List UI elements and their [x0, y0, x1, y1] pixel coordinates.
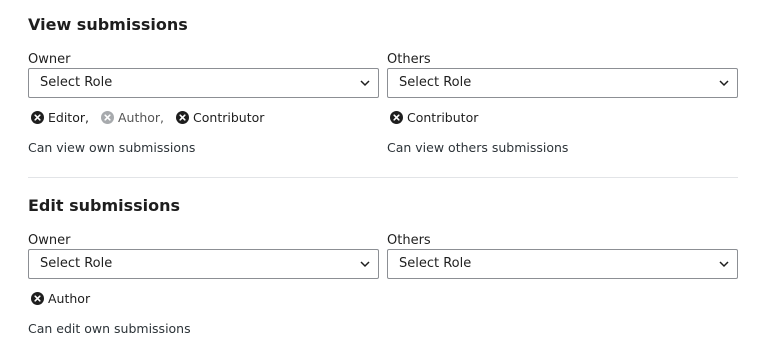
role-token: Editor,	[31, 110, 89, 125]
role-token: Author,	[100, 109, 165, 125]
edit-owner-description: Can edit own submissions	[28, 321, 191, 336]
edit-others-label: Others	[387, 233, 431, 248]
chevron-down-icon	[719, 261, 729, 268]
view-owner-token-list: Editor, Author, Contributor	[31, 108, 264, 126]
view-others-label: Others	[387, 52, 431, 67]
view-others-role-select[interactable]: Select Role	[387, 68, 738, 98]
edit-others-select-value: Select Role	[399, 256, 472, 271]
remove-circle-icon[interactable]	[100, 110, 114, 124]
edit-owner-label: Owner	[28, 233, 71, 248]
view-submissions-title: View submissions	[28, 15, 188, 34]
role-token: Contributor	[390, 110, 478, 125]
view-owner-select-value: Select Role	[40, 75, 113, 90]
role-token: Contributor	[176, 110, 264, 125]
role-token-label: Author,	[117, 109, 165, 125]
role-token-label: Editor,	[48, 109, 89, 125]
view-others-token-list: Contributor	[390, 108, 478, 126]
edit-submissions-title: Edit submissions	[28, 196, 181, 215]
role-token-label: Contributor	[193, 109, 265, 125]
view-owner-description: Can view own submissions	[28, 140, 196, 155]
remove-circle-icon[interactable]	[31, 291, 44, 305]
remove-circle-icon[interactable]	[390, 110, 403, 124]
view-others-description: Can view others submissions	[387, 140, 569, 155]
chevron-down-icon	[719, 80, 729, 87]
view-owner-role-select[interactable]: Select Role	[28, 68, 379, 98]
chevron-down-icon	[360, 261, 370, 268]
view-others-select-value: Select Role	[399, 75, 472, 90]
role-token-label: Contributor	[407, 109, 479, 125]
role-token-label: Author	[48, 290, 91, 306]
remove-circle-icon[interactable]	[176, 110, 190, 124]
edit-others-role-select[interactable]: Select Role	[387, 249, 738, 279]
edit-owner-token-list: Author	[31, 289, 90, 307]
section-divider	[28, 177, 738, 178]
role-token: Author	[31, 291, 90, 306]
view-owner-label: Owner	[28, 52, 71, 67]
edit-owner-select-value: Select Role	[40, 256, 113, 271]
chevron-down-icon	[360, 80, 370, 87]
edit-owner-role-select[interactable]: Select Role	[28, 249, 379, 279]
remove-circle-icon[interactable]	[31, 110, 44, 124]
